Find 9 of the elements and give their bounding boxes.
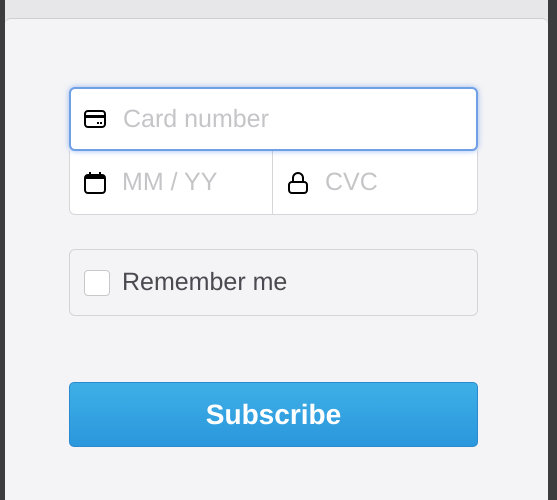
calendar-icon — [84, 172, 106, 194]
card-number-field[interactable]: Card number — [69, 87, 478, 151]
credit-card-icon — [84, 110, 106, 128]
checkbox-label: Remember me — [122, 266, 288, 298]
lock-icon — [288, 172, 308, 194]
expiry-field[interactable]: MM / YY — [69, 151, 273, 215]
checkbox[interactable] — [84, 270, 110, 296]
remember-me-option[interactable]: Remember me — [69, 249, 478, 316]
cvc-field[interactable]: CVC — [273, 151, 478, 215]
